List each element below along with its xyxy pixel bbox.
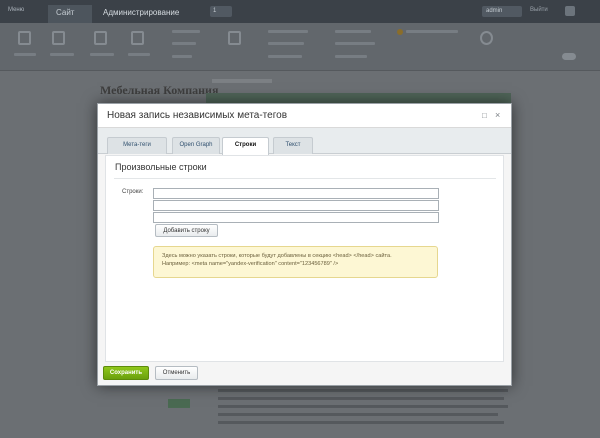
user-menu[interactable]: admin <box>482 6 522 17</box>
string-input-1[interactable] <box>153 188 439 199</box>
page-text-line <box>218 421 504 424</box>
meta-tags-dialog: Новая запись независимых мета-тегов □ × … <box>97 103 512 386</box>
folder-icon <box>52 31 65 45</box>
document-icon <box>18 31 31 45</box>
dialog-header[interactable]: Новая запись независимых мета-тегов □ × <box>98 104 511 128</box>
page-text-line <box>218 389 508 392</box>
breadcrumb <box>212 79 272 83</box>
tab-strings[interactable]: Строки <box>222 137 269 155</box>
notification-badge[interactable]: 1 <box>210 6 232 17</box>
page-text-line <box>218 397 504 400</box>
hint-text-line-1: Здесь можно указать строки, которые буду… <box>162 253 392 259</box>
save-button[interactable]: Сохранить <box>103 366 149 380</box>
tab-administration[interactable]: Администрирование <box>95 5 201 23</box>
page-text-line <box>218 413 498 416</box>
toolbar-label <box>268 55 302 58</box>
document-icon <box>94 31 107 45</box>
status-dot-icon <box>397 29 403 35</box>
dialog-title: Новая запись независимых мета-тегов <box>107 110 288 121</box>
toolbar-label <box>172 30 200 33</box>
close-icon[interactable]: × <box>495 111 500 120</box>
section-divider <box>114 178 496 179</box>
dialog-tabs: Мета-теги Open Graph Строки Текст <box>98 128 511 155</box>
toolbar-label <box>268 42 304 45</box>
wrench-icon <box>480 31 493 45</box>
toolbar-label <box>335 42 375 45</box>
add-row-button[interactable]: Добавить строку <box>155 224 218 237</box>
toolbar-label <box>268 30 308 33</box>
toolbar-label <box>14 53 36 56</box>
tab-text[interactable]: Текст <box>273 137 313 154</box>
hint-box: Здесь можно указать строки, которые буду… <box>153 246 438 278</box>
refresh-icon <box>228 31 241 45</box>
exit-link[interactable]: Выйти <box>530 7 548 13</box>
section-title: Произвольные строки <box>115 162 207 172</box>
hint-text-line-2: Например: <meta name="yandex-verificatio… <box>162 261 339 267</box>
toolbar-label <box>406 30 458 33</box>
toolbar-label <box>335 30 371 33</box>
expand-icon[interactable]: □ <box>482 111 487 120</box>
string-input-2[interactable] <box>153 200 439 211</box>
settings-icon[interactable] <box>565 6 575 16</box>
page-text-line <box>218 405 508 408</box>
toolbar-label <box>172 42 196 45</box>
string-input-3[interactable] <box>153 212 439 223</box>
company-logo: Мебельная Компания <box>100 83 219 97</box>
tab-site[interactable]: Сайт <box>48 5 92 23</box>
strings-panel: Произвольные строки Строки: Добавить стр… <box>105 155 504 362</box>
menu-label[interactable]: Меню <box>8 7 24 13</box>
admin-toolbar <box>0 23 600 71</box>
admin-top-bar: Меню Сайт Администрирование 1 admin Выйт… <box>0 0 600 23</box>
tab-meta-tags[interactable]: Мета-теги <box>107 137 167 154</box>
toolbar-label <box>128 53 150 56</box>
dialog-footer: Сохранить Отменить <box>98 362 511 385</box>
site-button <box>168 399 190 408</box>
toolbar-label <box>50 53 74 56</box>
folder-icon <box>131 31 144 45</box>
toolbar-label <box>335 55 367 58</box>
toggle-switch[interactable] <box>562 53 576 60</box>
strings-label: Строки: <box>122 189 144 195</box>
cancel-button[interactable]: Отменить <box>155 366 198 380</box>
tab-open-graph[interactable]: Open Graph <box>172 137 220 154</box>
toolbar-label <box>172 55 192 58</box>
toolbar-label <box>90 53 114 56</box>
